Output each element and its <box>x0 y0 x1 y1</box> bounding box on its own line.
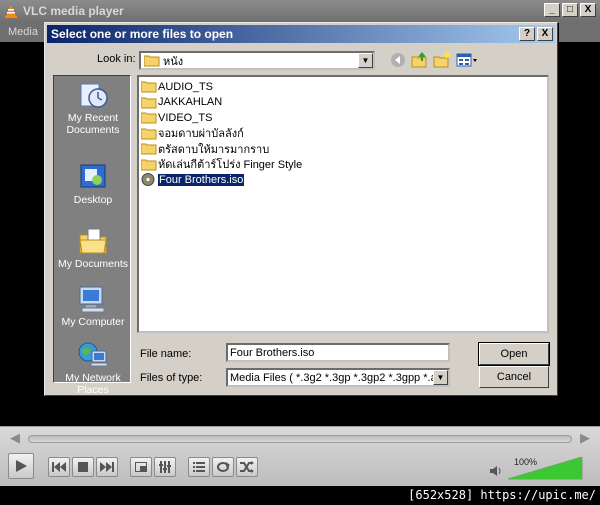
place-recent-documents[interactable]: My Recent Documents <box>54 80 132 136</box>
file-item-folder-4[interactable]: จอมดาบผ่าบัลลังก์ <box>141 126 547 142</box>
speaker-icon[interactable] <box>490 465 504 480</box>
place-my-computer[interactable]: My Computer <box>54 284 132 328</box>
shuffle-button[interactable] <box>236 457 258 477</box>
file-list[interactable]: AUDIO_TS JAKKAHLAN VIDEO_TS จอมดาบผ่าบัล… <box>137 75 549 333</box>
look-in-value: หนัง <box>163 55 184 68</box>
playlist-icon <box>193 462 205 472</box>
folder-icon <box>144 55 160 67</box>
places-bar: My Recent Documents Desktop My Documents <box>53 75 132 396</box>
shuffle-icon <box>240 461 254 473</box>
view-menu-icon[interactable] <box>455 51 479 69</box>
files-of-type-value: Media Files ( *.3g2 *.3gp *.3gp2 *.3gpp … <box>230 372 450 384</box>
place-label: My Computer <box>61 316 125 328</box>
file-name: JAKKAHLAN <box>158 96 223 109</box>
place-label: My Recent Documents <box>66 112 120 136</box>
vlc-title: VLC media player <box>23 4 124 18</box>
file-name-label: File name: <box>140 348 192 360</box>
folder-icon <box>141 81 157 93</box>
files-of-type-dropdown[interactable]: Media Files ( *.3g2 *.3gp *.3gp2 *.3gpp … <box>226 368 450 387</box>
vlc-minimize-button[interactable]: _ <box>544 3 560 17</box>
stop-button[interactable] <box>72 457 94 477</box>
place-label: Desktop <box>73 194 113 206</box>
file-name: VIDEO_TS <box>158 111 213 124</box>
my-documents-icon <box>79 228 107 254</box>
vlc-cone-icon <box>4 4 18 18</box>
folder-icon <box>141 112 157 124</box>
folder-icon <box>141 128 157 140</box>
look-in-dropdown[interactable]: หนัง ▼ <box>139 51 375 70</box>
file-item-audio-ts[interactable]: AUDIO_TS <box>141 79 547 95</box>
files-of-type-label: Files of type: <box>140 372 203 384</box>
seek-back-arrow-icon[interactable]: ◀ <box>8 431 22 445</box>
equalizer-icon <box>159 461 171 473</box>
menu-media[interactable]: Media <box>8 26 38 38</box>
vlc-close-button[interactable]: X <box>580 3 596 17</box>
stop-icon <box>78 462 88 472</box>
folder-icon <box>141 143 157 155</box>
vlc-maximize-button[interactable]: □ <box>562 3 578 17</box>
new-folder-icon[interactable] <box>433 51 451 69</box>
dialog-title: Select one or more files to open <box>51 27 234 41</box>
look-in-label: Look in: <box>97 53 136 65</box>
open-button[interactable]: Open <box>478 342 550 366</box>
fullscreen-icon <box>135 462 147 472</box>
dialog-titlebar: Select one or more files to open ? X <box>47 25 555 43</box>
playback-controls: ◀ ▶ 100% <box>0 426 600 486</box>
chevron-down-icon[interactable]: ▼ <box>358 53 373 68</box>
next-icon <box>100 462 114 472</box>
watermark: [652x528] https://upic.me/ <box>0 486 600 505</box>
file-name-field[interactable]: Four Brothers.iso <box>226 343 450 362</box>
disc-image-icon <box>141 173 155 187</box>
folder-icon <box>141 97 157 109</box>
file-name: Four Brothers.iso <box>156 172 246 187</box>
seek-slider[interactable] <box>28 435 572 443</box>
extended-settings-button[interactable] <box>154 457 176 477</box>
vlc-titlebar: VLC media player _ □ X <box>0 0 600 22</box>
place-label: My Network Places <box>65 372 121 396</box>
file-item-folder-5[interactable]: ตรัสดาบให้มารมากราบ <box>141 141 547 157</box>
previous-icon <box>52 462 66 472</box>
previous-button[interactable] <box>48 457 70 477</box>
cancel-button[interactable]: Cancel <box>479 366 549 388</box>
file-name: AUDIO_TS <box>158 80 214 93</box>
help-button[interactable]: ? <box>519 27 535 41</box>
file-item-folder-6[interactable]: หัดเล่นกีต้าร์โปร่ง Finger Style <box>141 157 547 173</box>
chevron-down-icon[interactable]: ▼ <box>433 370 448 385</box>
dialog-close-button[interactable]: X <box>537 27 553 41</box>
seek-forward-arrow-icon[interactable]: ▶ <box>578 431 592 445</box>
fullscreen-button[interactable] <box>130 457 152 477</box>
place-desktop[interactable]: Desktop <box>54 162 132 206</box>
network-places-icon <box>78 342 108 367</box>
folder-icon <box>141 159 157 171</box>
loop-button[interactable] <box>212 457 234 477</box>
open-file-dialog: Select one or more files to open ? X Loo… <box>44 22 558 396</box>
volume-slider[interactable] <box>508 457 584 481</box>
play-icon <box>16 460 27 472</box>
file-item-video-ts[interactable]: VIDEO_TS <box>141 110 547 126</box>
playlist-button[interactable] <box>188 457 210 477</box>
recent-documents-icon <box>80 83 108 108</box>
place-network-places[interactable]: My Network Places <box>54 340 132 396</box>
file-name: หัดเล่นกีต้าร์โปร่ง Finger Style <box>158 159 303 172</box>
file-item-jakkahlan[interactable]: JAKKAHLAN <box>141 95 547 111</box>
place-label: My Documents <box>57 258 129 270</box>
back-icon[interactable] <box>389 51 407 69</box>
file-item-four-brothers-iso[interactable]: Four Brothers.iso <box>141 172 547 188</box>
up-folder-icon[interactable] <box>411 51 429 69</box>
desktop-icon <box>80 164 106 188</box>
place-my-documents[interactable]: My Documents <box>54 226 132 270</box>
play-button[interactable] <box>8 453 34 479</box>
next-button[interactable] <box>96 457 118 477</box>
my-computer-icon <box>79 286 105 313</box>
loop-icon <box>217 462 230 472</box>
